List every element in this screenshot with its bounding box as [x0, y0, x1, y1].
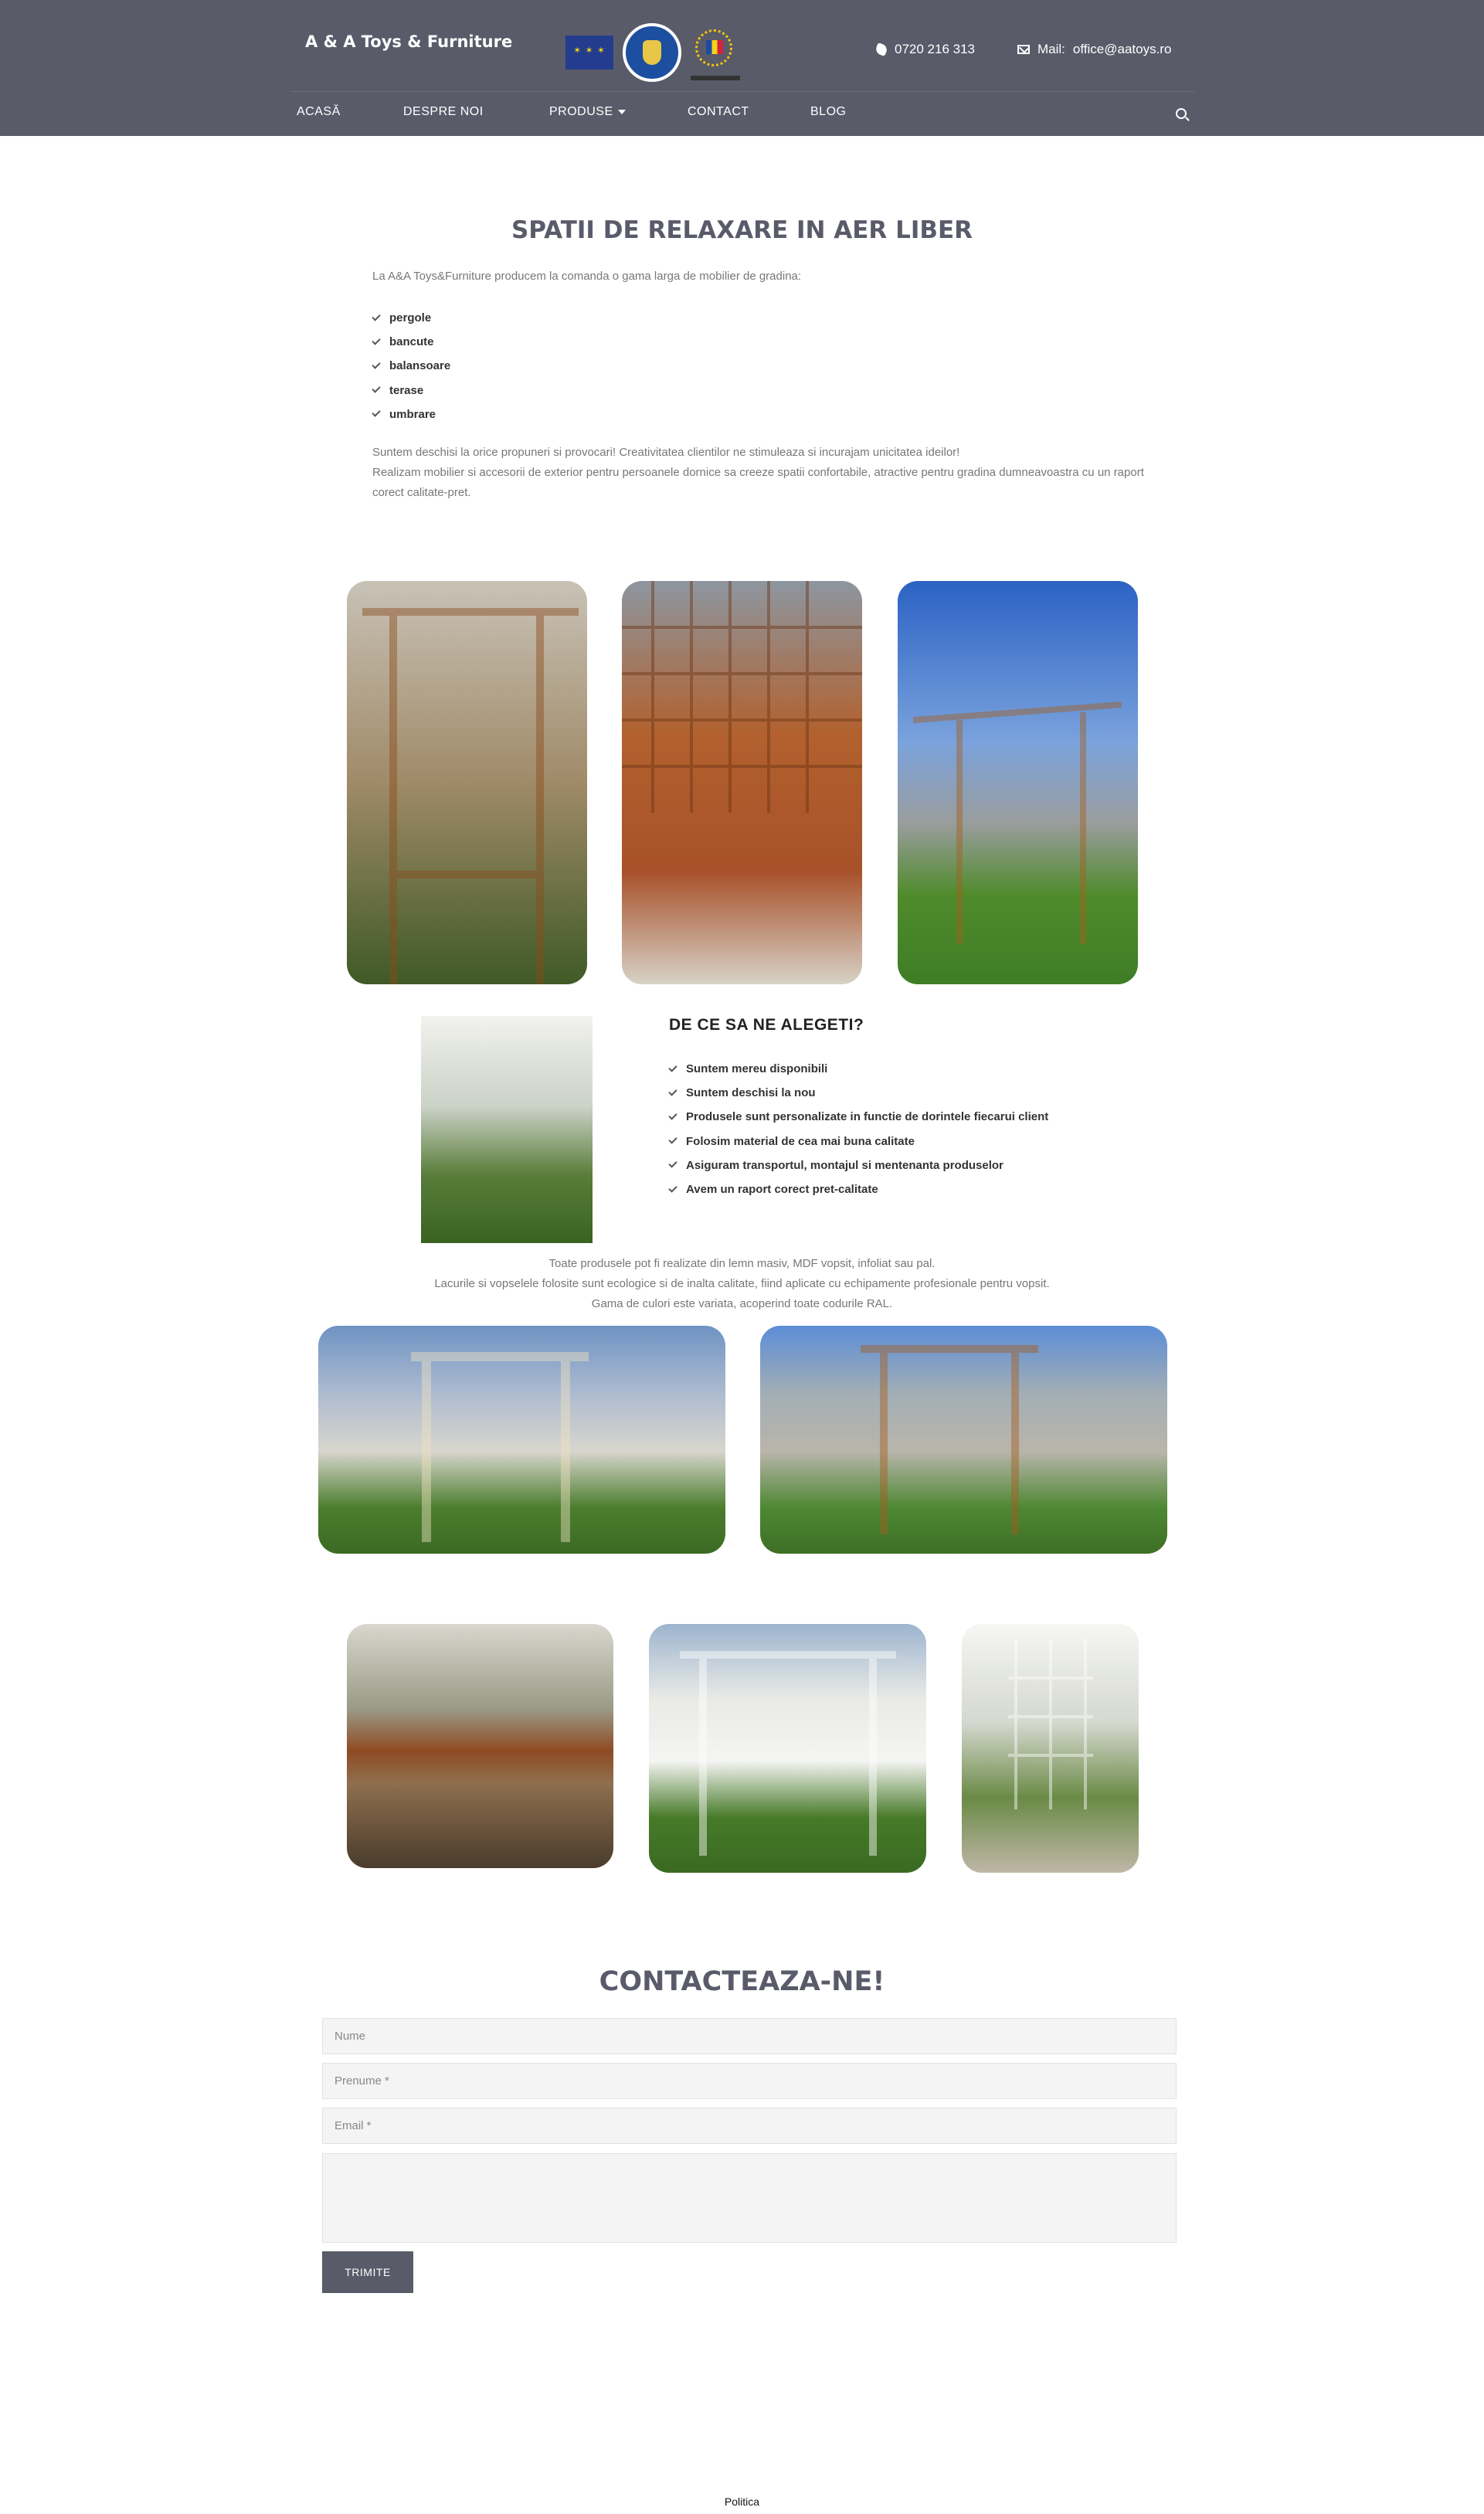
check-icon — [372, 311, 381, 321]
message-textarea[interactable] — [322, 2153, 1177, 2243]
photo-arbor-sky[interactable] — [898, 581, 1138, 984]
phone-icon — [874, 42, 888, 56]
name-input[interactable] — [322, 2018, 1177, 2054]
photo-white-trellis[interactable] — [962, 1624, 1139, 1873]
email-input[interactable] — [322, 2108, 1177, 2144]
contact-title: CONTACTEAZA-NE! — [599, 1966, 885, 1997]
intro-lead: La A&A Toys&Furniture producem la comand… — [372, 270, 802, 283]
list-item: balansoare — [372, 354, 450, 378]
list-item: Folosim material de cea mai buna calitat… — [668, 1130, 1048, 1153]
list-item: Suntem deschisi la nou — [668, 1081, 1048, 1105]
nav-blog[interactable]: BLOG — [810, 105, 846, 119]
list-item: bancute — [372, 330, 450, 354]
photo-planter-trellis[interactable] — [622, 581, 862, 984]
photo-wood-swing[interactable] — [760, 1326, 1167, 1554]
nav-divider — [290, 91, 1194, 92]
list-item: Avem un raport corect pret-calitate — [668, 1177, 1048, 1201]
mail-label: Mail: — [1037, 42, 1065, 56]
materials-text: Toate produsele pot fi realizate din lem… — [434, 1257, 1050, 1310]
photo-white-pergola[interactable] — [421, 1016, 593, 1243]
check-icon — [668, 1111, 677, 1120]
main-nav: ACASĂ DESPRE NOI PRODUSE CONTACT BLOG — [0, 105, 1484, 128]
nav-contact[interactable]: CONTACT — [688, 105, 749, 119]
reasons-list: Suntem mereu disponibili Suntem deschisi… — [668, 1057, 1048, 1201]
list-item: terase — [372, 379, 450, 403]
mail-address: office@aatoys.ro — [1072, 42, 1172, 56]
photo-arbor-bench[interactable] — [347, 581, 587, 984]
header-mail[interactable]: Mail: office@aatoys.ro — [1017, 42, 1171, 57]
check-icon — [372, 360, 381, 369]
why-title: DE CE SA NE ALEGETI? — [669, 1016, 864, 1034]
nav-acasa[interactable]: ACASĂ — [297, 105, 341, 119]
eu-flag-logo — [565, 36, 613, 70]
check-icon — [668, 1135, 677, 1144]
list-item: Asiguram transportul, montajul si menten… — [668, 1153, 1048, 1177]
mail-icon — [1017, 45, 1030, 54]
photo-wood-fence[interactable] — [347, 1624, 613, 1868]
header-phone[interactable]: 0720 216 313 — [874, 42, 975, 57]
intro-paragraph: Suntem deschisi la orice propuneri si pr… — [372, 446, 1144, 499]
site-header: A & A Toys & Furniture 0720 216 313 Mail… — [0, 0, 1484, 136]
list-item: umbrare — [372, 403, 450, 426]
footer-policy-link[interactable]: Politica — [0, 2495, 1484, 2508]
nav-produse[interactable]: PRODUSE — [549, 105, 626, 119]
phone-number: 0720 216 313 — [895, 42, 975, 56]
page-title: SPATII DE RELAXARE IN AER LIBER — [511, 216, 973, 244]
check-icon — [668, 1062, 677, 1072]
check-icon — [668, 1159, 677, 1169]
check-icon — [372, 336, 381, 345]
check-icon — [372, 408, 381, 418]
funding-logos — [565, 21, 740, 84]
nav-despre-noi[interactable]: DESPRE NOI — [403, 105, 484, 119]
submit-button[interactable]: TRIMITE — [322, 2251, 413, 2293]
check-icon — [372, 384, 381, 393]
government-seal-logo — [623, 23, 681, 82]
list-item: pergole — [372, 306, 450, 330]
list-item: Suntem mereu disponibili — [668, 1057, 1048, 1081]
check-icon — [668, 1183, 677, 1193]
prenume-input[interactable] — [322, 2063, 1177, 2099]
brand-logo[interactable]: A & A Toys & Furniture — [305, 32, 512, 51]
photo-white-bench[interactable] — [649, 1624, 926, 1873]
photo-white-swing[interactable] — [318, 1326, 725, 1554]
check-icon — [668, 1087, 677, 1096]
program-logo — [691, 25, 740, 80]
list-item: Produsele sunt personalizate in functie … — [668, 1105, 1048, 1129]
search-icon[interactable] — [1176, 108, 1187, 119]
product-list: pergole bancute balansoare terase umbrar… — [372, 306, 450, 426]
chevron-down-icon — [617, 110, 626, 114]
